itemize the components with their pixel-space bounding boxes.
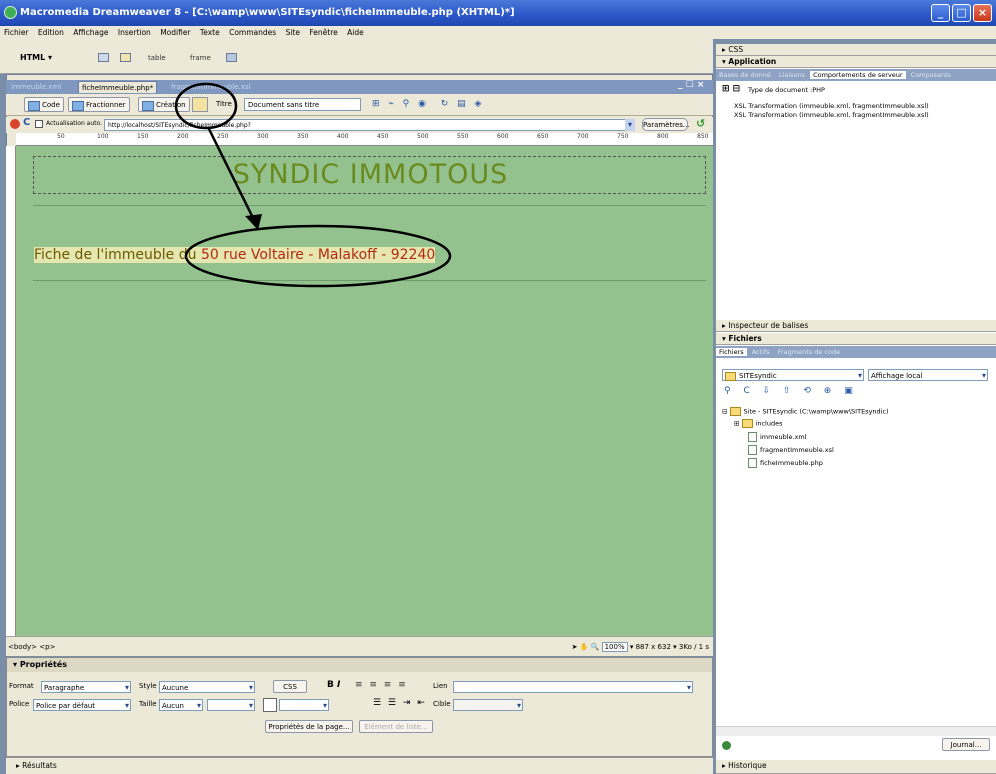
style-label: Style [139, 682, 157, 690]
journal-button[interactable]: Journal... [942, 738, 990, 751]
target-label: Cible [433, 700, 451, 708]
size-label: Taille [139, 700, 157, 708]
css-panel-header[interactable]: ▸ CSS [716, 44, 996, 56]
tab-files[interactable]: Fichiers [716, 348, 747, 356]
target-select[interactable] [453, 699, 523, 712]
site-folder-icon [729, 407, 741, 416]
text-color-swatch[interactable] [263, 698, 277, 712]
link-label: Lien [433, 682, 448, 690]
download-size: 3Ko / 1 s [678, 643, 709, 651]
files-panel-header[interactable]: ▾ Fichiers [716, 333, 996, 345]
tab-components[interactable]: Composants [908, 71, 954, 79]
properties-panel: ▾ Propriétés Format Paragraphe Style Auc… [6, 657, 713, 757]
status-bar: <body> <p> ➤ ✋ 🔍 100% ▾ 887 x 632 ▾ 3Ko … [6, 636, 713, 656]
tab-databases[interactable]: Bases de donné [716, 71, 774, 79]
annotation-arrow [206, 126, 257, 223]
tag-selector[interactable]: <body> <p> [8, 638, 55, 656]
list-item-button[interactable]: Elément de liste... [359, 720, 433, 733]
annotation-arrowhead [245, 214, 262, 230]
behavior-item[interactable]: XSL Transformation (immeuble.xml, fragme… [734, 102, 929, 110]
format-label: Format [9, 682, 34, 690]
history-panel-header[interactable]: ▸ Historique [716, 760, 996, 774]
style-select[interactable]: Aucune [159, 681, 255, 694]
window-size[interactable]: 887 x 632 [636, 643, 671, 651]
php-file-icon [748, 458, 757, 468]
application-panel-header[interactable]: ▾ Application [716, 56, 996, 68]
xsl-file-icon [748, 445, 757, 455]
font-label: Police [9, 700, 30, 708]
annotation-ellipse-value [184, 224, 452, 288]
align-icons[interactable]: ≡ ≡ ≡ ≡ [355, 680, 408, 690]
folder-icon [741, 419, 753, 428]
font-select[interactable]: Police par défaut [33, 699, 131, 712]
tab-bindings[interactable]: Liaisons [776, 71, 808, 79]
site-select[interactable]: SITEsyndic [722, 369, 864, 382]
site-root[interactable]: ⊟ Site - SITEsyndic (C:\wamp\www\SITEsyn… [722, 407, 889, 416]
file-item[interactable]: immeuble.xml [748, 432, 807, 442]
page-properties-button[interactable]: Propriétés de la page... [265, 720, 353, 733]
tab-assets[interactable]: Actifs [749, 348, 773, 356]
folder-icon [725, 371, 736, 381]
link-input[interactable] [453, 681, 693, 694]
folder-includes[interactable]: ⊞ includes [734, 419, 782, 428]
size-select[interactable]: Aucun [159, 699, 203, 712]
format-select[interactable]: Paragraphe [41, 681, 131, 694]
zoom-select[interactable]: 100% [601, 642, 628, 652]
bold-italic-icons[interactable]: B I [327, 680, 340, 690]
behavior-item[interactable]: XSL Transformation (immeuble.xml, fragme… [734, 111, 929, 119]
file-item[interactable]: fragmentImmeuble.xsl [748, 445, 834, 455]
list-indent-icons[interactable]: ☰ ☰ ⇥ ⇤ [373, 698, 427, 708]
tag-inspector-header[interactable]: ▸ Inspecteur de balises [716, 320, 996, 332]
size-unit-select[interactable] [207, 699, 255, 712]
files-toolbar-icons[interactable]: ⚲ C ⇩ ⇧ ⟲ ⊕ ▣ [724, 386, 858, 396]
add-remove-behavior-icons[interactable]: ⊞ ⊟ [722, 84, 740, 94]
results-panel[interactable]: ▸ Résultats [6, 757, 713, 774]
xml-file-icon [748, 432, 757, 442]
properties-header[interactable]: ▾ Propriétés [7, 658, 712, 672]
status-info: ➤ ✋ 🔍 100% ▾ 887 x 632 ▾ 3Ko / 1 s [571, 642, 709, 652]
right-panel-group: ▸ CSS ▾ Application Bases de donné Liais… [716, 44, 996, 774]
doc-type-label: Type de document :PHP [748, 86, 825, 94]
text-color-input[interactable] [279, 699, 329, 712]
view-select[interactable]: Affichage local [868, 369, 988, 382]
file-item[interactable]: ficheImmeuble.php [748, 458, 823, 468]
tab-snippets[interactable]: Fragments de code [775, 348, 843, 356]
css-button[interactable]: CSS [273, 680, 307, 693]
tab-server-behaviors[interactable]: Comportements de serveur [810, 71, 906, 79]
application-tabs: Bases de donné Liaisons Comportements de… [716, 69, 996, 81]
select-tool-icon[interactable]: ➤ ✋ 🔍 [572, 643, 600, 651]
connect-icon[interactable] [722, 741, 731, 750]
annotation-ellipse-design [174, 82, 238, 130]
files-horizontal-scrollbar[interactable] [716, 726, 996, 736]
files-tabs: Fichiers Actifs Fragments de code [716, 346, 996, 358]
